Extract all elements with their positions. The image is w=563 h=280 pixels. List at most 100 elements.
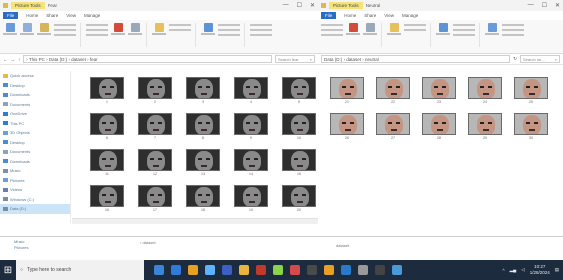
paste-button[interactable] [37,23,51,35]
image-thumbnail[interactable]: 28 [422,113,456,143]
tab-home[interactable]: Home [344,13,356,18]
pin-button[interactable] [3,23,17,35]
tab-share[interactable]: Share [46,13,58,18]
nav-item[interactable]: 3D Objects [0,128,70,138]
back-icon[interactable]: ← [3,57,8,62]
address-bar[interactable]: › This PC › Data (D:) › dataset › fear [23,55,272,63]
image-thumbnail[interactable]: 21 [330,77,364,107]
image-thumbnail[interactable]: 14 [234,149,268,179]
taskbar-app-icon[interactable] [222,265,232,275]
rename-button[interactable] [363,23,377,35]
taskbar-app-icon[interactable] [375,265,385,275]
taskbar-app-icon[interactable] [188,265,198,275]
volume-icon[interactable]: ◁ [521,267,524,273]
image-thumbnail[interactable]: 16 [90,185,124,215]
chevron-up-icon[interactable]: ^ [502,268,504,273]
image-thumbnail[interactable]: 24 [468,77,502,107]
taskbar-app-icon[interactable] [239,265,249,275]
taskbar-app-icon[interactable] [273,265,283,275]
image-thumbnail[interactable]: 22 [376,77,410,107]
tab-home[interactable]: Home [26,13,38,18]
copy-button[interactable] [20,23,34,35]
nav-item[interactable]: Documents [0,147,70,157]
delete-button[interactable] [346,23,360,35]
nav-item[interactable]: Quick access [0,71,70,81]
tab-file[interactable]: File [321,12,337,19]
refresh-icon[interactable]: ↻ [513,56,517,62]
image-thumbnail[interactable]: 15 [282,149,316,179]
minimize-button[interactable]: — [283,2,289,9]
image-thumbnail[interactable]: 23 [422,77,456,107]
nav-item-pictures[interactable]: Pictures [14,245,28,250]
nav-item[interactable]: Documents [0,100,70,110]
image-thumbnail[interactable]: 3 [186,77,220,107]
clock[interactable]: 10:27 1/28/2024 [530,264,550,276]
image-thumbnail[interactable]: 7 [138,113,172,143]
image-thumbnail[interactable]: 6 [90,113,124,143]
new-folder-button[interactable] [152,23,166,35]
taskbar-app-icon[interactable] [358,265,368,275]
tab-manage[interactable]: Manage [84,13,100,18]
up-icon[interactable]: ↑ [18,57,20,62]
nav-item[interactable]: Desktop [0,81,70,91]
notification-icon[interactable]: ▤ [555,267,559,273]
tab-file[interactable]: File [3,12,19,19]
image-thumbnail[interactable]: 18 [186,185,220,215]
taskbar-app-icon[interactable] [290,265,300,275]
network-icon[interactable]: ▂▄ [510,267,517,273]
image-thumbnail[interactable]: 13 [186,149,220,179]
image-thumbnail[interactable]: 9 [234,113,268,143]
nav-item[interactable]: Music [0,166,70,176]
start-button[interactable]: ⊞ [0,260,16,280]
image-thumbnail[interactable]: 17 [138,185,172,215]
select-all-button[interactable] [485,23,499,35]
address-bar[interactable]: Data (D:) › dataset › neutral [321,55,511,63]
taskbar-app-icon[interactable] [205,265,215,275]
nav-item[interactable]: Videos [0,185,70,195]
image-thumbnail[interactable]: 8 [186,113,220,143]
tab-view[interactable]: View [66,13,76,18]
taskbar-app-icon[interactable] [324,265,334,275]
image-thumbnail[interactable]: 19 [234,185,268,215]
minimize-button[interactable]: — [528,2,534,9]
image-thumbnail[interactable]: 4 [234,77,268,107]
close-button[interactable]: ✕ [310,2,315,9]
image-thumbnail[interactable]: 1 [90,77,124,107]
properties-button[interactable] [201,23,215,35]
nav-item[interactable]: Downloads [0,157,70,167]
search-input[interactable]: Search fear ⌕ [275,55,315,63]
picture-tools-tab[interactable]: Picture Tools [11,2,45,9]
image-thumbnail[interactable]: 10 [282,113,316,143]
taskbar-search[interactable]: ○ Type here to search [16,260,144,280]
tab-share[interactable]: Share [364,13,376,18]
maximize-button[interactable]: ☐ [542,2,547,9]
close-button[interactable]: ✕ [555,2,560,9]
new-folder-button[interactable] [387,23,401,35]
image-thumbnail[interactable]: 12 [138,149,172,179]
nav-item-music[interactable]: Music [14,239,28,244]
taskbar-app-icon[interactable] [392,265,402,275]
image-thumbnail[interactable]: 26 [330,113,364,143]
image-thumbnail[interactable]: 11 [90,149,124,179]
rename-button[interactable] [128,23,142,35]
taskbar-app-icon[interactable] [341,265,351,275]
image-thumbnail[interactable]: 27 [376,113,410,143]
taskbar-app-icon[interactable] [256,265,266,275]
nav-item[interactable]: Data (D:) [0,204,70,214]
search-input[interactable]: Search ne... ⌕ [520,55,560,63]
delete-button[interactable] [111,23,125,35]
nav-item[interactable]: Desktop [0,138,70,148]
nav-item[interactable]: Downloads [0,90,70,100]
taskbar-app-icon[interactable] [171,265,181,275]
horizontal-scrollbar[interactable] [72,218,318,224]
image-thumbnail[interactable]: 20 [282,185,316,215]
tab-view[interactable]: View [384,13,394,18]
picture-tools-tab[interactable]: Picture Tools [329,2,363,9]
taskbar-app-icon[interactable] [307,265,317,275]
image-thumbnail[interactable]: 5 [282,77,316,107]
nav-item[interactable]: Pictures [0,176,70,186]
taskbar-app-icon[interactable] [154,265,164,275]
nav-item[interactable]: This PC [0,119,70,129]
image-thumbnail[interactable]: 25 [514,77,548,107]
nav-item[interactable]: OneDrive [0,109,70,119]
